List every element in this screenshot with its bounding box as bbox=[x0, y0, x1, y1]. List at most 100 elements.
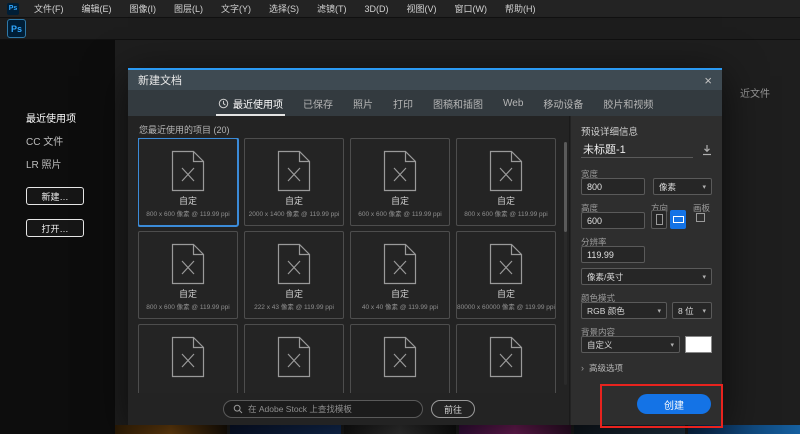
preset-name: 自定 bbox=[351, 194, 449, 207]
dialog-tabs: 最近使用项已保存照片打印 图稿和插图 Web 移动设备胶片和视频 bbox=[128, 90, 722, 116]
preset-card[interactable]: 自定40 x 40 像素 @ 119.99 ppi bbox=[350, 231, 450, 319]
search-icon bbox=[233, 404, 243, 414]
color-mode-value: RGB 颜色 bbox=[587, 305, 625, 317]
menu-item[interactable]: 滤镜(T) bbox=[308, 0, 356, 17]
recent-file-thumbnail[interactable] bbox=[344, 425, 456, 434]
advanced-options-toggle[interactable]: › 高级选项 bbox=[581, 362, 623, 374]
tab-item[interactable]: 移动设备 bbox=[533, 90, 593, 116]
advanced-options-label: 高级选项 bbox=[589, 362, 623, 374]
document-icon bbox=[457, 243, 555, 285]
home-nav-item[interactable]: CC 文件 bbox=[26, 133, 115, 148]
preset-card[interactable]: 自定80000 x 60000 像素 @ 119.99 ppi bbox=[456, 231, 556, 319]
tab-item[interactable]: 已保存 bbox=[293, 90, 343, 116]
menu-item[interactable]: 文件(F) bbox=[25, 0, 73, 17]
menu-bar: Ps 文件(F)编辑(E)图像(I)图层(L)文字(Y)选择(S)滤镜(T)3D… bbox=[0, 0, 800, 18]
create-button[interactable]: 创建 bbox=[637, 394, 711, 414]
menu-item[interactable]: 图层(L) bbox=[165, 0, 212, 17]
document-icon bbox=[351, 150, 449, 192]
preset-dimensions: 600 x 600 像素 @ 119.99 ppi bbox=[351, 208, 449, 218]
recent-file-thumbnail[interactable] bbox=[688, 425, 800, 434]
menu-bar-items: 文件(F)编辑(E)图像(I)图层(L)文字(Y)选择(S)滤镜(T)3D(D)… bbox=[25, 0, 545, 17]
tab-item[interactable]: 图稿和插图 bbox=[423, 90, 493, 116]
menu-item[interactable]: 文字(Y) bbox=[212, 0, 260, 17]
home-sidebar: 最近使用项 CC 文件 LR 照片 新建… 打开… bbox=[0, 40, 115, 434]
new-file-button[interactable]: 新建… bbox=[26, 187, 84, 205]
document-icon bbox=[457, 150, 555, 192]
preset-card[interactable]: 自定600 x 600 像素 @ 119.99 ppi bbox=[350, 138, 450, 226]
menu-item[interactable]: 视图(V) bbox=[398, 0, 446, 17]
preset-card[interactable]: 自定222 x 43 像素 @ 119.99 ppi bbox=[244, 231, 344, 319]
recent-file-thumbnail[interactable] bbox=[230, 425, 342, 434]
artboard-checkbox[interactable] bbox=[696, 213, 705, 222]
preset-dimensions: 800 x 600 像素 @ 119.99 ppi bbox=[139, 208, 237, 218]
preset-card[interactable]: 自定2000 x 1400 像素 @ 119.99 ppi bbox=[244, 138, 344, 226]
presets-pane: 您最近使用的项目 (20) 自定800 x 600 像素 @ 119.99 pp… bbox=[128, 116, 570, 425]
preset-card[interactable]: 自定800 x 600 像素 @ 119.99 ppi bbox=[138, 138, 238, 226]
chevron-down-icon: ▾ bbox=[657, 307, 661, 315]
recent-file-thumbnail[interactable] bbox=[574, 425, 686, 434]
unit-select[interactable]: 像素▾ bbox=[653, 178, 712, 195]
preset-name: 自定 bbox=[457, 287, 555, 300]
tab-label: 图稿和插图 bbox=[433, 96, 483, 111]
photoshop-window: Ps 文件(F)编辑(E)图像(I)图层(L)文字(Y)选择(S)滤镜(T)3D… bbox=[0, 0, 800, 434]
resolution-unit-select[interactable]: 像素/英寸▾ bbox=[581, 268, 712, 285]
go-button[interactable]: 前往 bbox=[431, 400, 475, 418]
scrollbar-thumb[interactable] bbox=[564, 142, 567, 232]
preset-name: 自定 bbox=[457, 194, 555, 207]
document-icon bbox=[139, 243, 237, 285]
bit-depth-value: 8 位 bbox=[678, 305, 694, 317]
tab-label: 打印 bbox=[393, 96, 413, 111]
menu-item[interactable]: 选择(S) bbox=[260, 0, 308, 17]
scrollbar[interactable] bbox=[564, 142, 567, 385]
resolution-input[interactable] bbox=[581, 246, 645, 263]
stock-search-input[interactable]: 在 Adobe Stock 上查找模板 bbox=[223, 400, 423, 418]
orientation-landscape-button[interactable] bbox=[670, 210, 686, 229]
tab-item[interactable]: Web bbox=[493, 90, 533, 116]
bit-depth-select[interactable]: 8 位 ▾ bbox=[672, 302, 712, 319]
preset-dimensions: 2000 x 1400 像素 @ 119.99 ppi bbox=[245, 208, 343, 218]
search-placeholder: 在 Adobe Stock 上查找模板 bbox=[248, 403, 352, 415]
background-select[interactable]: 自定义▾ bbox=[581, 336, 680, 353]
height-input[interactable] bbox=[581, 212, 645, 229]
tab-item[interactable]: 胶片和视频 bbox=[593, 90, 663, 116]
stock-search-row: 在 Adobe Stock 上查找模板 前往 bbox=[128, 393, 570, 425]
home-nav: 最近使用项 CC 文件 LR 照片 bbox=[26, 110, 115, 171]
home-nav-item[interactable]: LR 照片 bbox=[26, 156, 115, 171]
preset-dimensions: 800 x 600 像素 @ 119.99 ppi bbox=[457, 208, 555, 218]
preset-dimensions: 80000 x 60000 像素 @ 119.99 ppi bbox=[457, 301, 555, 311]
orientation-portrait-button[interactable] bbox=[651, 210, 667, 229]
background-color-swatch[interactable] bbox=[685, 336, 712, 353]
menu-item[interactable]: 图像(I) bbox=[121, 0, 166, 17]
tab-item[interactable]: 打印 bbox=[383, 90, 423, 116]
preset-name: 自定 bbox=[139, 194, 237, 207]
chevron-down-icon: ▾ bbox=[702, 307, 706, 315]
tab-item[interactable]: 照片 bbox=[343, 90, 383, 116]
preset-card[interactable]: 自定800 x 600 像素 @ 119.99 ppi bbox=[456, 138, 556, 226]
menu-item[interactable]: 3D(D) bbox=[356, 0, 398, 17]
menu-item[interactable]: 编辑(E) bbox=[73, 0, 121, 17]
menu-item[interactable]: 窗口(W) bbox=[446, 0, 497, 17]
color-mode-select[interactable]: RGB 颜色 ▾ bbox=[581, 302, 667, 319]
width-input[interactable] bbox=[581, 178, 645, 195]
preset-details-title: 预设详细信息 bbox=[581, 124, 638, 138]
portrait-icon bbox=[656, 214, 663, 225]
chevron-down-icon: ▾ bbox=[702, 183, 706, 191]
tab-label: 移动设备 bbox=[543, 96, 583, 111]
tab-label: 最近使用项 bbox=[233, 96, 283, 111]
dialog-title: 新建文档 bbox=[138, 72, 182, 88]
save-preset-icon[interactable] bbox=[701, 143, 713, 161]
home-nav-item[interactable]: 最近使用项 bbox=[26, 110, 115, 125]
preset-card[interactable]: 自定800 x 600 像素 @ 119.99 ppi bbox=[138, 231, 238, 319]
close-icon[interactable]: × bbox=[704, 74, 712, 87]
chevron-right-icon: › bbox=[581, 363, 584, 373]
document-name-input[interactable] bbox=[581, 140, 693, 158]
recent-section-title: 您最近使用的项目 (20) bbox=[139, 123, 230, 136]
recent-files-strip bbox=[115, 425, 800, 434]
recent-file-thumbnail[interactable] bbox=[459, 425, 571, 434]
tab-item[interactable]: 最近使用项 bbox=[208, 90, 293, 116]
open-file-button[interactable]: 打开… bbox=[26, 219, 84, 237]
menu-item[interactable]: 帮助(H) bbox=[496, 0, 545, 17]
chevron-down-icon: ▾ bbox=[702, 273, 706, 281]
preset-name: 自定 bbox=[351, 287, 449, 300]
recent-file-thumbnail[interactable] bbox=[115, 425, 227, 434]
